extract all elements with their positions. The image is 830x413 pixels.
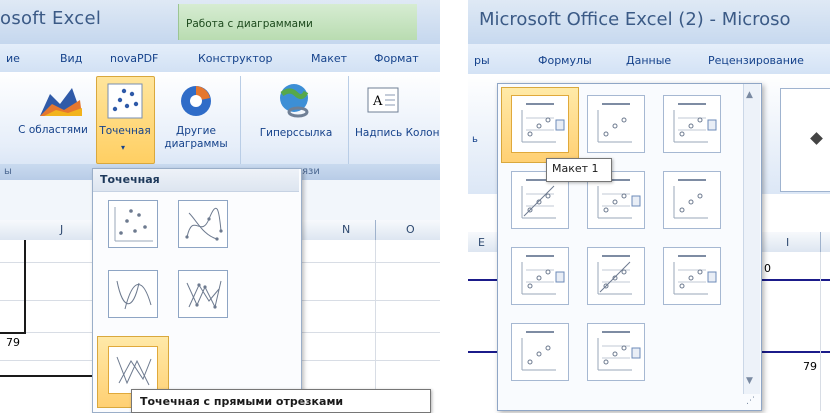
scroll-up-icon[interactable]: ▲ <box>746 90 753 100</box>
chart-style-preview[interactable] <box>780 88 830 192</box>
group-label: ы <box>4 166 12 177</box>
scatter-smooth-lines-icon <box>116 280 152 310</box>
chart-layout-icon <box>673 179 708 219</box>
scatter-straight-lines-markers-icon <box>186 280 222 309</box>
layout-option-10[interactable] <box>511 323 569 381</box>
tab-data[interactable]: Данные <box>626 54 671 67</box>
chart-layout-icon <box>521 255 565 295</box>
tab-novapdf[interactable]: novaPDF <box>110 52 158 65</box>
tab-layout[interactable]: Макет <box>311 52 347 65</box>
chart-layout-icon <box>673 255 717 295</box>
area-chart-label: С областями <box>18 124 88 136</box>
tab-partial[interactable]: ры <box>474 54 490 67</box>
scroll-down-icon[interactable]: ▼ <box>746 376 753 386</box>
textbox-icon: A <box>367 87 399 113</box>
chevron-down-icon: ▾ <box>121 143 126 152</box>
chart-layout-icon <box>597 103 632 143</box>
scatter-smooth-lines-option[interactable] <box>108 270 158 318</box>
chart-layout-icon <box>521 103 565 143</box>
tab-design[interactable]: Конструктор <box>198 52 272 65</box>
hyperlink-globe-icon <box>280 84 309 118</box>
tab-partial[interactable]: ие <box>6 52 20 65</box>
other-charts-label[interactable]: Другие диаграммы <box>158 125 234 151</box>
ribbon-divider <box>348 76 349 174</box>
chart-object-border <box>0 375 92 377</box>
scatter-markers-only-option[interactable] <box>108 200 158 248</box>
scatter-smooth-markers-option[interactable] <box>178 200 228 248</box>
gridline <box>375 240 376 411</box>
scatter-markers-icon <box>114 207 153 242</box>
tooltip-text: Точечная с прямыми отрезками <box>140 395 344 408</box>
gridline <box>820 252 821 411</box>
layout-option-11[interactable] <box>587 323 645 381</box>
scatter-smooth-lines-markers-icon <box>185 207 223 241</box>
layout-option-9[interactable] <box>663 247 721 305</box>
chart-layout-icon <box>597 331 641 371</box>
cell-value: 79 <box>803 360 817 373</box>
layout-option-1[interactable] <box>511 95 569 153</box>
chart-layout-icon <box>521 331 556 371</box>
scatter-straight-markers-option[interactable] <box>178 270 228 318</box>
layout-option-2[interactable] <box>587 95 645 153</box>
column-divider <box>820 232 821 252</box>
dropdown-header-label: Точечная <box>100 173 160 186</box>
textbox-label[interactable]: Надпись Колон <box>355 127 443 140</box>
ribbon-divider <box>240 76 241 174</box>
column-header-n[interactable]: N <box>342 223 350 236</box>
tab-format[interactable]: Формат <box>374 52 419 65</box>
area-chart-button[interactable] <box>30 80 90 160</box>
layout-tooltip-text: Макет 1 <box>552 162 599 175</box>
cell-value: 79 <box>6 336 20 349</box>
window-title: osoft Excel <box>0 8 102 29</box>
column-header-j[interactable]: J <box>60 223 63 236</box>
layout-option-3[interactable] <box>663 95 721 153</box>
tab-formulas[interactable]: Формулы <box>538 54 592 67</box>
chart-object-border[interactable] <box>0 240 26 334</box>
chart-layout-icon <box>673 103 717 143</box>
layout-option-6[interactable] <box>663 171 721 229</box>
scatter-chart-icon <box>107 83 143 119</box>
column-divider <box>375 220 376 240</box>
svg-text:A: A <box>372 94 383 109</box>
layout-option-8[interactable] <box>587 247 645 305</box>
scatter-straight-lines-option[interactable] <box>108 346 158 394</box>
scatter-straight-lines-icon <box>116 356 152 386</box>
resize-grip-icon[interactable]: ⋰ <box>746 396 755 406</box>
gallery-scrollbar[interactable] <box>743 84 760 394</box>
column-header-o[interactable]: O <box>406 223 415 236</box>
tab-view[interactable]: Вид <box>60 52 82 65</box>
window-title: Microsoft Office Excel (2) - Microso <box>479 9 791 30</box>
tab-review[interactable]: Рецензирование <box>708 54 804 67</box>
area-chart-icon <box>40 88 82 116</box>
hyperlink-label[interactable]: Гиперссылка <box>256 127 336 140</box>
cell-value: 0 <box>764 262 771 275</box>
scatter-chart-label: Точечная <box>99 125 151 137</box>
chart-layout-icon <box>597 255 632 295</box>
panel-gap <box>440 0 468 411</box>
ribbon-label-fragment: ь <box>472 134 478 145</box>
pie-chart-icon <box>181 86 211 116</box>
column-header-e[interactable]: E <box>478 236 485 249</box>
chart-tools-label: Работа с диаграммами <box>186 18 313 30</box>
column-header-i[interactable]: I <box>786 236 789 249</box>
group-label: язи <box>302 166 320 177</box>
layout-option-7[interactable] <box>511 247 569 305</box>
